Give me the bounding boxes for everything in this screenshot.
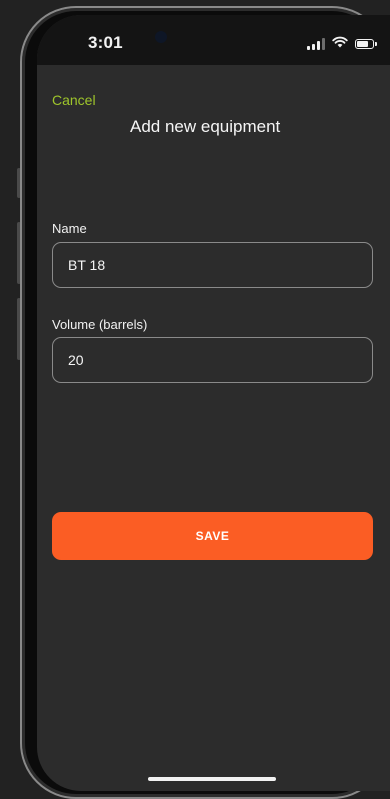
page-title: Add new equipment [130, 117, 281, 136]
battery-icon [355, 39, 377, 49]
cancel-button[interactable]: Cancel [52, 92, 96, 108]
name-input[interactable]: BT 18 [52, 242, 373, 288]
wifi-icon [332, 35, 348, 53]
name-label: Name [52, 221, 87, 236]
status-bar: 3:01 [37, 15, 390, 65]
status-icons [307, 35, 377, 53]
home-indicator[interactable] [148, 777, 276, 781]
signal-icon [307, 38, 325, 50]
volume-input[interactable]: 20 [52, 337, 373, 383]
device-stage: 3:01 Cancel Add new equipment Name BT 18… [0, 0, 390, 799]
app-screen: 3:01 Cancel Add new equipment Name BT 18… [37, 15, 390, 791]
save-button[interactable]: SAVE [52, 512, 373, 560]
volume-label: Volume (barrels) [52, 317, 148, 332]
status-time: 3:01 [88, 33, 123, 52]
front-camera [155, 31, 167, 43]
